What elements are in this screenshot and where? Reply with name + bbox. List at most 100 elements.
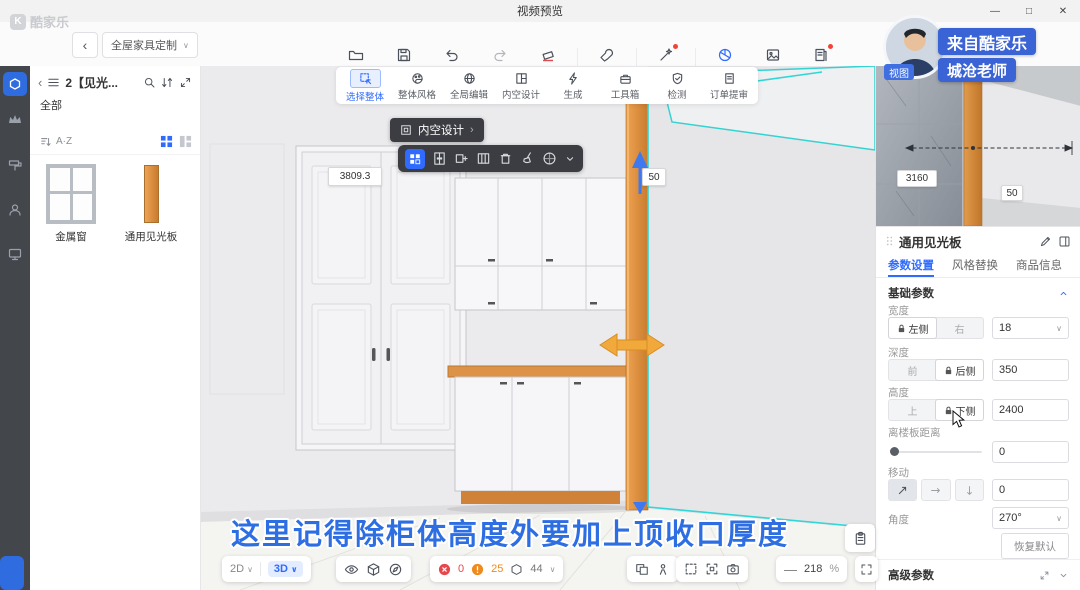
selected-light-board[interactable] — [625, 93, 649, 511]
chevron-down-icon[interactable] — [564, 153, 576, 165]
ribbon-select-whole[interactable]: 选择整体 — [342, 68, 388, 103]
album-icon — [766, 49, 780, 61]
monitor-icon — [8, 248, 22, 261]
detail-view-icon[interactable] — [179, 135, 192, 148]
advanced-params-section[interactable]: 高级参数 — [888, 567, 1069, 583]
tab-parameter-settings[interactable]: 参数设置 — [888, 253, 934, 277]
select-mode-button[interactable] — [405, 148, 425, 169]
catalog-list-icon[interactable] — [47, 76, 60, 89]
back-button[interactable]: ‹ — [72, 32, 98, 58]
rail-vip-icon[interactable] — [7, 112, 23, 128]
double-door[interactable] — [295, 145, 467, 451]
ribbon-detect[interactable]: 检测 — [654, 71, 700, 101]
interior-design-context-button[interactable]: 内空设计 › — [390, 118, 484, 142]
catalog-item-metal-window[interactable]: 金属窗 — [34, 164, 108, 244]
broom-icon[interactable] — [520, 151, 535, 166]
3d-mode-icon[interactable] — [542, 151, 557, 166]
expand-panel-icon[interactable] — [179, 76, 192, 89]
grid-view-icon[interactable] — [160, 135, 173, 148]
ribbon-global-edit[interactable]: 全局编辑 — [446, 71, 492, 101]
compass-icon[interactable] — [388, 562, 403, 577]
mode-2d-button[interactable]: 2D ∨ — [230, 563, 253, 575]
panel-layout-icon[interactable] — [1058, 235, 1071, 248]
depth-anchor-back[interactable]: 后侧 — [935, 359, 984, 381]
rail-account-icon[interactable] — [7, 202, 23, 218]
model-cube-icon[interactable] — [366, 562, 381, 577]
search-icon[interactable] — [143, 76, 156, 89]
floor-distance-slider[interactable] — [888, 441, 984, 463]
design-mode-dropdown[interactable]: 全屋家具定制 ∨ — [102, 32, 198, 58]
drag-handle-icon[interactable] — [886, 235, 893, 247]
height-anchor-segmented: 上 下侧 — [888, 399, 984, 421]
watermark-author-badge: 城沧老师 — [938, 58, 1017, 82]
selected-object-title: 通用见光板 — [899, 235, 962, 250]
catalog-filter-all[interactable]: 全部 — [30, 95, 200, 119]
chevron-up-icon — [1060, 291, 1067, 295]
rail-app-icon[interactable] — [3, 72, 27, 96]
collapse-panel-icon[interactable]: ‹ — [38, 75, 42, 90]
width-input[interactable]: 18 ∨ — [992, 317, 1069, 339]
width-anchor-right[interactable]: 右 — [936, 318, 983, 338]
issue-status-group[interactable]: 0 25 44 ∨ — [430, 556, 564, 582]
height-anchor-top[interactable]: 上 — [889, 400, 936, 420]
move-vertical-button[interactable] — [954, 479, 984, 501]
fullscreen-icon[interactable] — [860, 563, 873, 576]
move-input[interactable]: 0 — [992, 479, 1069, 501]
ribbon-toolbox[interactable]: 工具箱 — [602, 71, 648, 101]
reset-default-button[interactable]: 恢复默认 — [1001, 533, 1069, 559]
move-vertical-icon — [966, 485, 972, 495]
properties-panel: 通用见光板 参数设置 风格替换 商品信息 基础参数 宽度 左侧 右 18 ∨ 深… — [876, 226, 1080, 590]
shelf-columns-icon[interactable] — [476, 151, 491, 166]
walkthrough-icon[interactable] — [656, 562, 670, 576]
depth-input[interactable]: 350 — [992, 359, 1069, 381]
ribbon-overall-style[interactable]: 整体风格 — [394, 71, 440, 101]
split-view-icon[interactable] — [635, 562, 649, 576]
expand-section-icon[interactable] — [1039, 570, 1050, 581]
trash-icon[interactable] — [498, 151, 513, 166]
chevron-down-icon[interactable] — [1058, 570, 1069, 581]
fit-view-icon[interactable] — [705, 562, 719, 576]
insert-component-icon[interactable] — [454, 151, 469, 166]
ribbon-interior-design[interactable]: 内空设计 — [498, 71, 544, 101]
floor-distance-input[interactable]: 0 — [992, 441, 1069, 463]
move-free-button[interactable] — [888, 479, 918, 501]
tab-style-replace[interactable]: 风格替换 — [952, 253, 998, 277]
width-label: 宽度 — [888, 305, 909, 317]
angle-input[interactable]: 270° ∨ — [992, 507, 1069, 529]
upper-cabinet[interactable] — [454, 177, 627, 311]
wardrobe-icon[interactable] — [432, 151, 447, 166]
view-badge[interactable]: 视图 — [884, 64, 914, 80]
filter-sort-icon[interactable] — [161, 76, 174, 89]
ribbon-order-submit[interactable]: 订单提审 — [706, 71, 752, 101]
visibility-eye-icon[interactable] — [344, 562, 359, 577]
move-horizontal-button[interactable] — [921, 479, 951, 501]
ribbon-generate[interactable]: 生成 — [550, 71, 596, 101]
section-preview-image — [876, 66, 1080, 226]
mode-3d-button[interactable]: 3D ∨ — [267, 561, 304, 577]
zoom-unit: % — [829, 563, 840, 575]
basic-params-section[interactable]: 基础参数 — [888, 285, 1069, 301]
depth-anchor-front[interactable]: 前 — [889, 360, 936, 380]
tab-product-info[interactable]: 商品信息 — [1016, 253, 1062, 277]
catalog-item-light-board[interactable]: 通用见光板 — [114, 165, 188, 244]
zoom-out-button[interactable]: — — [784, 562, 797, 577]
model-count-icon — [511, 563, 522, 575]
sort-label[interactable]: A·Z — [56, 136, 72, 147]
rail-display-icon[interactable] — [7, 246, 23, 262]
base-cabinet[interactable] — [447, 365, 643, 514]
height-input[interactable]: 2400 — [992, 399, 1069, 421]
slider-knob[interactable] — [890, 447, 899, 456]
marquee-select-icon[interactable] — [684, 562, 698, 576]
frame-tools-group — [676, 556, 748, 582]
snapshot-icon[interactable] — [726, 562, 740, 576]
watermark-source-badge: 来自酷家乐 — [938, 28, 1037, 55]
minimize-button[interactable]: — — [978, 0, 1012, 22]
order-doc-icon — [724, 72, 734, 84]
edit-icon[interactable] — [1039, 235, 1052, 248]
close-button[interactable]: ✕ — [1046, 0, 1080, 22]
move-label: 移动 — [888, 467, 909, 479]
width-anchor-left[interactable]: 左侧 — [888, 317, 937, 339]
sort-icon[interactable] — [40, 136, 52, 148]
rail-material-icon[interactable] — [7, 158, 23, 174]
maximize-button[interactable]: □ — [1012, 0, 1046, 22]
